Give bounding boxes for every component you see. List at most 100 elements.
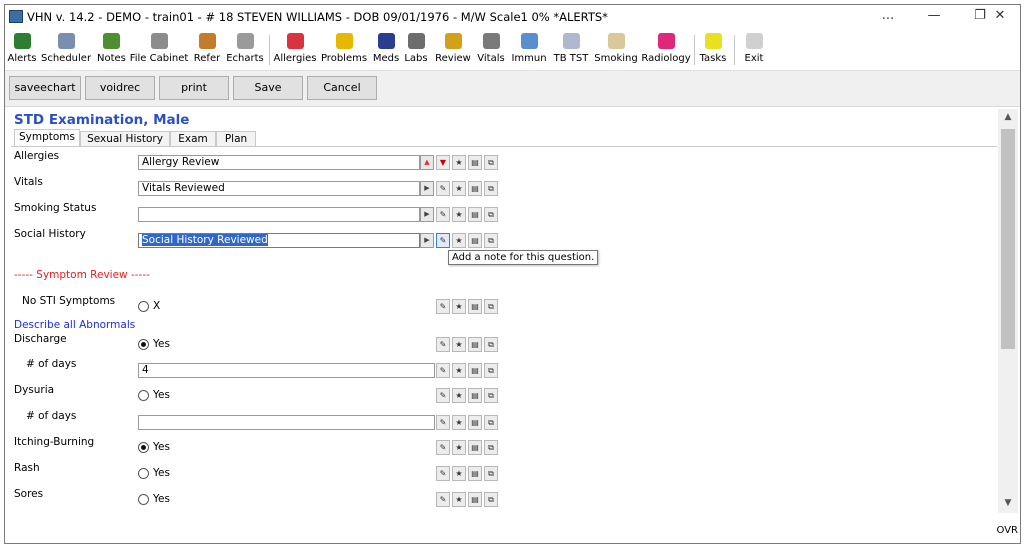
rash-yes-radio[interactable]: [138, 468, 149, 479]
favorite-icon[interactable]: ★: [452, 466, 466, 481]
cancel-button[interactable]: Cancel: [307, 76, 377, 100]
tab-plan[interactable]: Plan: [216, 131, 256, 147]
favorite-icon[interactable]: ★: [452, 233, 466, 248]
toolbar-notes[interactable]: Notes: [97, 31, 126, 69]
vitals-label: Vitals: [14, 176, 43, 188]
favorite-icon[interactable]: ★: [452, 207, 466, 222]
favorite-icon[interactable]: ★: [452, 337, 466, 352]
save-button[interactable]: Save: [233, 76, 303, 100]
sores-yes-radio[interactable]: [138, 494, 149, 505]
vertical-scrollbar[interactable]: ▲ ▼: [998, 109, 1018, 513]
template-icon[interactable]: ▤: [468, 415, 482, 430]
tab-exam[interactable]: Exam: [170, 131, 216, 147]
allergies-dropdown-icon[interactable]: ▼: [436, 155, 450, 170]
symptoms-panel: Allergies Allergy Review ▲ ▼ ★ ▤ ⧉ Vital…: [11, 146, 997, 529]
template-icon[interactable]: ▤: [468, 363, 482, 378]
discharge-yes-radio[interactable]: [138, 339, 149, 350]
toolbar-refer[interactable]: Refer: [193, 31, 221, 69]
toolbar-immun[interactable]: Immun: [509, 31, 549, 69]
copy-icon[interactable]: ⧉: [484, 155, 498, 170]
toolbar-echarts[interactable]: Echarts: [225, 31, 265, 69]
template-icon[interactable]: ▤: [468, 299, 482, 314]
discharge-days-field[interactable]: 4: [138, 363, 435, 378]
template-icon[interactable]: ▤: [468, 155, 482, 170]
dysuria-days-field[interactable]: [138, 415, 435, 430]
print-button[interactable]: print: [159, 76, 229, 100]
toolbar-smoking[interactable]: Smoking: [593, 31, 639, 69]
template-icon[interactable]: ▤: [468, 181, 482, 196]
note-pencil-icon[interactable]: ✎: [436, 363, 450, 378]
toolbar-tb-tst[interactable]: TB TST: [551, 31, 591, 69]
note-pencil-icon[interactable]: ✎: [436, 440, 450, 455]
allergies-alert-icon[interactable]: ▲: [420, 155, 434, 170]
toolbar-scheduler[interactable]: Scheduler: [41, 31, 91, 69]
social-history-field[interactable]: Social History Reviewed: [138, 233, 420, 248]
smoking-status-field[interactable]: [138, 207, 420, 222]
no-sti-radio[interactable]: [138, 301, 149, 312]
favorite-icon[interactable]: ★: [452, 363, 466, 378]
toolbar-problems[interactable]: Problems: [319, 31, 369, 69]
toolbar-radiology[interactable]: Radiology: [641, 31, 691, 69]
favorite-icon[interactable]: ★: [452, 440, 466, 455]
tab-sexual-history[interactable]: Sexual History: [80, 131, 170, 147]
smoking-expand-icon[interactable]: ▶: [420, 207, 434, 222]
copy-icon[interactable]: ⧉: [484, 492, 498, 507]
toolbar-exit[interactable]: Exit: [739, 31, 769, 69]
template-icon[interactable]: ▤: [468, 337, 482, 352]
copy-icon[interactable]: ⧉: [484, 388, 498, 403]
favorite-icon[interactable]: ★: [452, 181, 466, 196]
copy-icon[interactable]: ⧉: [484, 181, 498, 196]
social-expand-icon[interactable]: ▶: [420, 233, 434, 248]
note-pencil-icon[interactable]: ✎: [436, 299, 450, 314]
toolbar-meds[interactable]: Meds: [371, 31, 401, 69]
copy-icon[interactable]: ⧉: [484, 466, 498, 481]
template-icon[interactable]: ▤: [468, 388, 482, 403]
copy-icon[interactable]: ⧉: [484, 337, 498, 352]
toolbar-allergies[interactable]: Allergies: [273, 31, 317, 69]
toolbar-tasks[interactable]: Tasks: [697, 31, 729, 69]
copy-icon[interactable]: ⧉: [484, 299, 498, 314]
note-pencil-icon[interactable]: ✎: [436, 337, 450, 352]
allergies-field[interactable]: Allergy Review: [138, 155, 420, 170]
favorite-icon[interactable]: ★: [452, 299, 466, 314]
toolbar-vitals[interactable]: Vitals: [475, 31, 507, 69]
toolbar-alerts[interactable]: Alerts: [7, 31, 37, 69]
vitals-expand-icon[interactable]: ▶: [420, 181, 434, 196]
copy-icon[interactable]: ⧉: [484, 233, 498, 248]
template-icon[interactable]: ▤: [468, 466, 482, 481]
note-pencil-icon[interactable]: ✎: [436, 415, 450, 430]
close-button[interactable]: ✕: [979, 5, 1020, 29]
copy-icon[interactable]: ⧉: [484, 415, 498, 430]
tab-symptoms[interactable]: Symptoms: [14, 129, 80, 147]
template-icon[interactable]: ▤: [468, 440, 482, 455]
template-icon[interactable]: ▤: [468, 207, 482, 222]
note-pencil-icon[interactable]: ✎: [436, 492, 450, 507]
more-options-button[interactable]: ...: [865, 5, 911, 29]
note-pencil-icon[interactable]: ✎: [436, 388, 450, 403]
itching-yes-radio[interactable]: [138, 442, 149, 453]
note-pencil-icon[interactable]: ✎: [436, 181, 450, 196]
toolbar-review[interactable]: Review: [433, 31, 473, 69]
voidrec-button[interactable]: voidrec: [85, 76, 155, 100]
copy-icon[interactable]: ⧉: [484, 440, 498, 455]
note-pencil-icon[interactable]: ✎: [436, 233, 450, 248]
favorite-icon[interactable]: ★: [452, 155, 466, 170]
toolbar-file-cabinet[interactable]: File Cabinet: [129, 31, 189, 69]
template-icon[interactable]: ▤: [468, 233, 482, 248]
dysuria-yes-radio[interactable]: [138, 390, 149, 401]
copy-icon[interactable]: ⧉: [484, 207, 498, 222]
note-pencil-icon[interactable]: ✎: [436, 466, 450, 481]
saveechart-button[interactable]: saveechart: [9, 76, 81, 100]
minimize-button[interactable]: —: [911, 5, 957, 29]
scroll-up-icon[interactable]: ▲: [998, 109, 1018, 125]
toolbar-labs[interactable]: Labs: [403, 31, 429, 69]
template-icon[interactable]: ▤: [468, 492, 482, 507]
favorite-icon[interactable]: ★: [452, 492, 466, 507]
scroll-thumb[interactable]: [1001, 129, 1015, 349]
copy-icon[interactable]: ⧉: [484, 363, 498, 378]
vitals-field[interactable]: Vitals Reviewed: [138, 181, 420, 196]
note-pencil-icon[interactable]: ✎: [436, 207, 450, 222]
scroll-down-icon[interactable]: ▼: [998, 495, 1018, 511]
favorite-icon[interactable]: ★: [452, 415, 466, 430]
favorite-icon[interactable]: ★: [452, 388, 466, 403]
